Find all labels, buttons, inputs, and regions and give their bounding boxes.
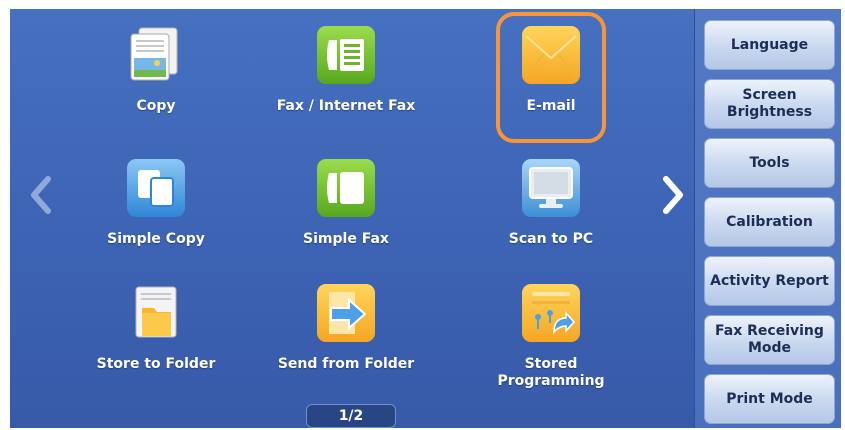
app-send-from-folder[interactable]: Send from Folder (266, 277, 426, 387)
app-label: Simple Copy (107, 231, 205, 247)
app-simple-fax[interactable]: Simple Fax (266, 152, 426, 262)
fax-receiving-mode-button[interactable]: Fax Receiving Mode (704, 315, 835, 365)
send-from-folder-icon (317, 284, 375, 342)
store-to-folder-icon (127, 284, 185, 342)
app-label: Scan to PC (508, 231, 594, 247)
stored-programming-icon (522, 284, 580, 342)
selection-highlight (496, 12, 606, 143)
app-label: Stored Programming (497, 356, 605, 389)
simple-fax-icon (317, 159, 375, 217)
next-page-arrow-icon[interactable] (658, 175, 688, 215)
app-scan-to-pc[interactable]: Scan to PC (471, 152, 631, 262)
app-label: Send from Folder (277, 356, 415, 372)
screen-brightness-button[interactable]: Screen Brightness (704, 79, 835, 129)
print-mode-button[interactable]: Print Mode (704, 374, 835, 424)
scan-to-pc-icon (522, 159, 580, 217)
prev-page-arrow-icon[interactable] (26, 175, 56, 215)
tools-button[interactable]: Tools (704, 138, 835, 188)
sidebar: Language Screen Brightness Tools Calibra… (694, 9, 841, 428)
language-button[interactable]: Language (704, 20, 835, 70)
app-store-to-folder[interactable]: Store to Folder (76, 277, 236, 387)
app-label: Store to Folder (96, 356, 216, 372)
app-simple-copy[interactable]: Simple Copy (76, 152, 236, 262)
simple-copy-icon (127, 159, 185, 217)
fax-internet-fax-icon (317, 26, 375, 84)
app-grid-area: Copy Fax / Internet Fax E-mail Simple Co… (10, 9, 694, 428)
app-copy[interactable]: Copy (76, 19, 236, 129)
app-stored-programming[interactable]: Stored Programming (471, 277, 631, 389)
app-label: Simple Fax (303, 231, 389, 247)
calibration-button[interactable]: Calibration (704, 197, 835, 247)
app-fax-internet-fax[interactable]: Fax / Internet Fax (266, 19, 426, 129)
app-label: Fax / Internet Fax (276, 98, 416, 114)
page-indicator: 1/2 (306, 404, 396, 428)
copy-icon (127, 26, 185, 84)
app-label: Copy (136, 98, 176, 114)
activity-report-button[interactable]: Activity Report (704, 256, 835, 306)
device-screen: Copy Fax / Internet Fax E-mail Simple Co… (10, 9, 841, 428)
